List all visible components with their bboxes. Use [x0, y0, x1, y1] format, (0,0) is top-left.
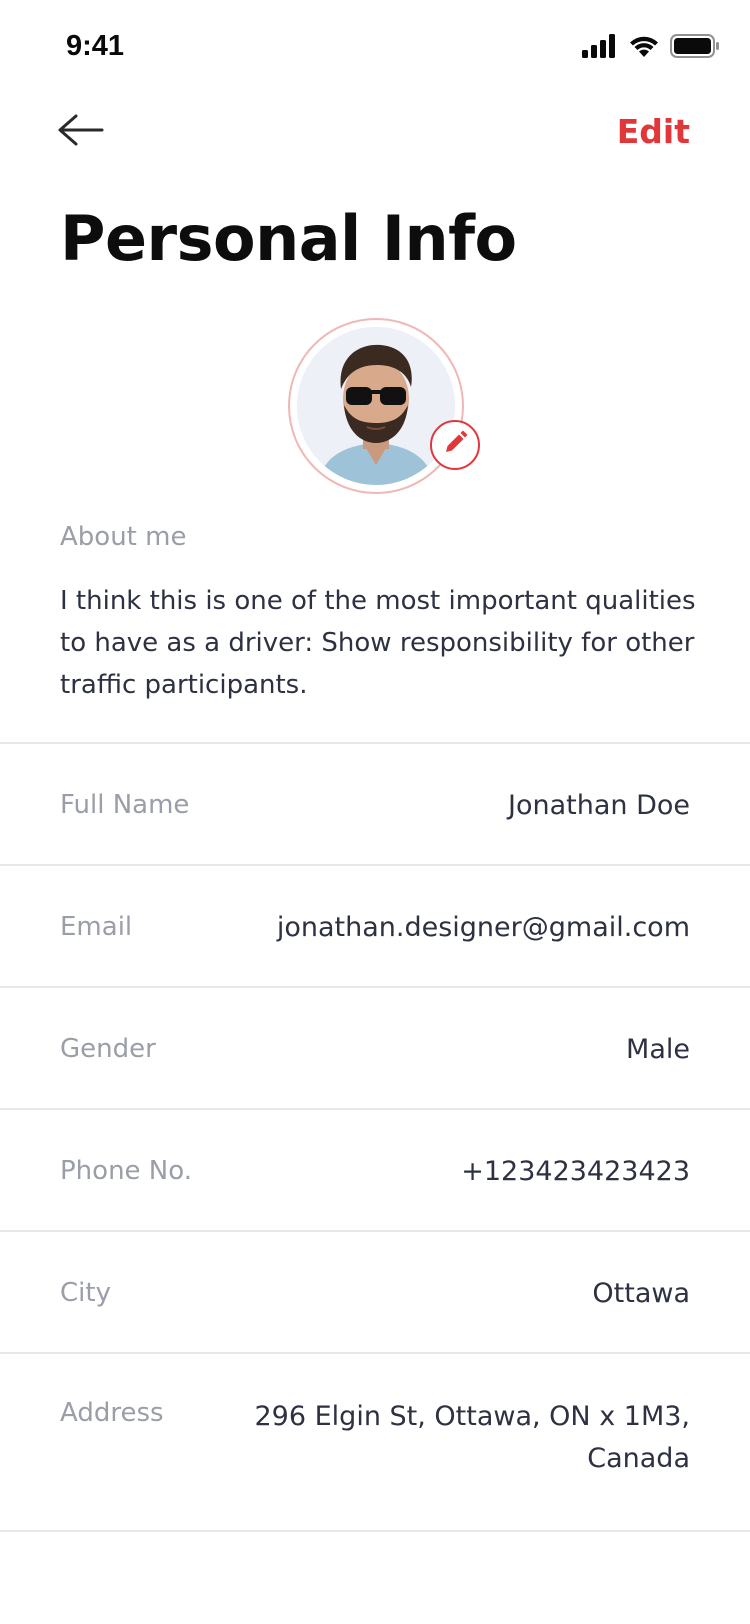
info-row-full-name[interactable]: Full Name Jonathan Doe	[0, 742, 750, 864]
signal-icon	[582, 34, 618, 62]
info-row-email[interactable]: Email jonathan.designer@gmail.com	[0, 864, 750, 986]
page-title: Personal Info	[60, 202, 517, 275]
personal-info-screen: 9:41 Edit Personal Info About me I think…	[0, 0, 750, 1624]
info-label: Full Name	[60, 790, 190, 820]
info-label: Phone No.	[60, 1156, 192, 1186]
pencil-icon	[442, 430, 468, 460]
info-list: Full Name Jonathan Doe Email jonathan.de…	[0, 742, 750, 1532]
back-button[interactable]	[56, 108, 108, 152]
info-value: jonathan.designer@gmail.com	[276, 912, 690, 943]
status-bar: 9:41	[0, 0, 750, 96]
status-icons	[582, 34, 720, 62]
info-row-gender[interactable]: Gender Male	[0, 986, 750, 1108]
arrow-left-icon	[56, 114, 108, 156]
info-label: Email	[60, 912, 133, 942]
info-value: Jonathan Doe	[508, 790, 690, 821]
info-label: Gender	[60, 1034, 156, 1064]
info-row-address[interactable]: Address 296 Elgin St, Ottawa, ON x 1M3, …	[0, 1352, 750, 1532]
info-row-city[interactable]: City Ottawa	[0, 1230, 750, 1352]
wifi-icon	[628, 34, 660, 62]
info-value: Ottawa	[592, 1278, 690, 1309]
info-value: Male	[626, 1034, 690, 1065]
edit-button[interactable]: Edit	[617, 112, 690, 151]
avatar-ring	[288, 318, 464, 494]
about-me-text: I think this is one of the most importan…	[60, 586, 696, 700]
info-label: City	[60, 1278, 111, 1308]
status-time: 9:41	[66, 30, 125, 62]
battery-icon	[670, 34, 720, 62]
avatar[interactable]	[297, 327, 455, 485]
about-me-label: About me	[60, 522, 187, 552]
info-value: +123423423423	[461, 1156, 690, 1187]
info-row-phone[interactable]: Phone No. +123423423423	[0, 1108, 750, 1230]
info-label: Address	[60, 1398, 164, 1428]
avatar-edit-button[interactable]	[430, 420, 480, 470]
info-value: 296 Elgin St, Ottawa, ON x 1M3, Canada	[254, 1401, 691, 1474]
